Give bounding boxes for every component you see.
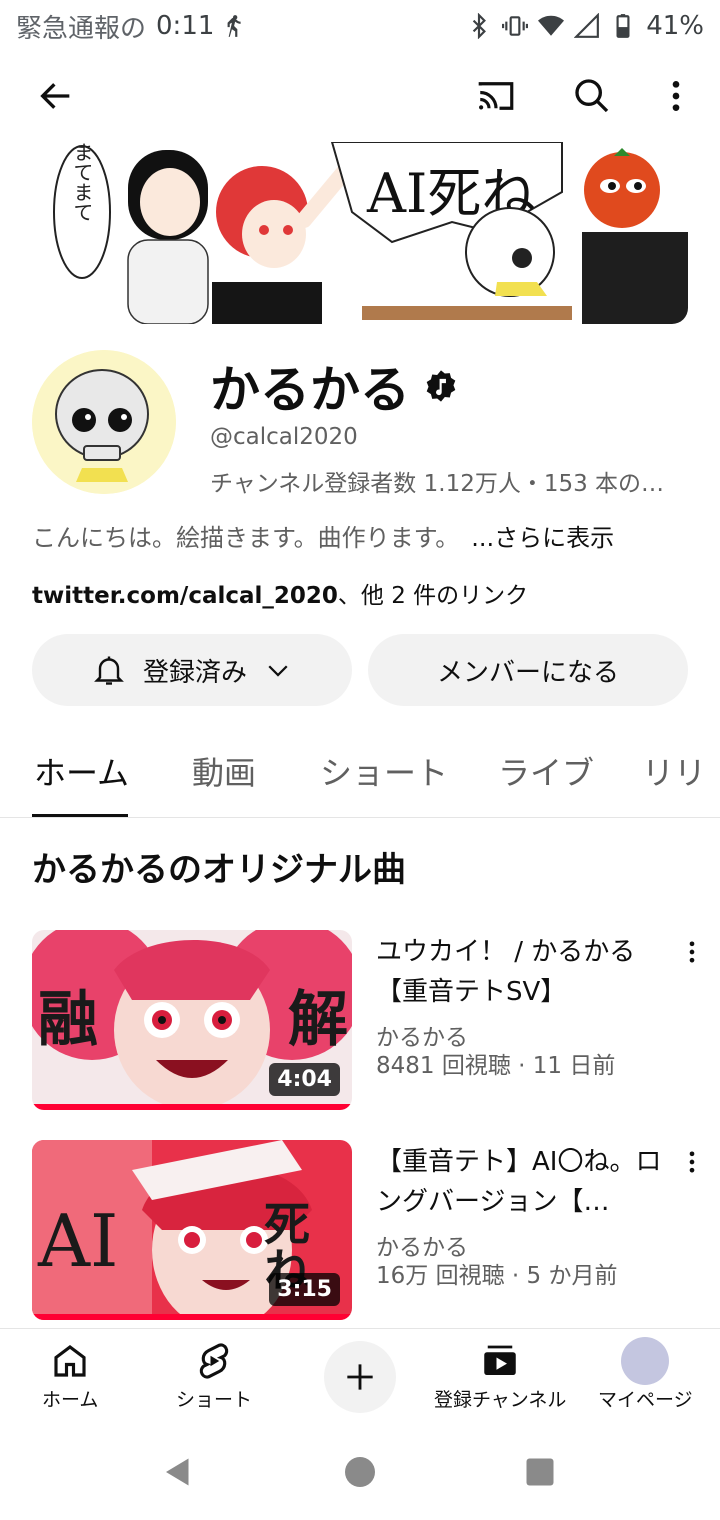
chevron-down-icon [268,665,288,677]
tab-home[interactable]: ホーム [34,748,129,794]
subscribed-label: 登録済み [142,657,247,688]
banner-illustration: まてまて AI死ね [32,142,688,324]
clock: 0:11 [156,11,215,41]
bell-icon [94,656,124,685]
thumb-1-right-text: 解 [288,985,348,1055]
join-membership-button[interactable]: メンバーになる [368,634,688,706]
user-avatar [621,1337,670,1385]
bottom-navigation: ホーム ショート 登録チャンネル マイページ [0,1328,720,1428]
watch-progress-bar [32,1314,352,1320]
triangle-back-icon [166,1458,189,1486]
description-text: こんにちは。絵描きます。曲作ります。 [32,524,460,552]
channel-links[interactable]: twitter.com/calcal_2020、他 2 件のリンク [32,576,528,610]
membership-label: メンバーになる [436,657,619,688]
section-title: かるかるのオリジナル曲 [32,850,406,890]
nav-subscriptions[interactable]: 登録チャンネル [434,1337,566,1412]
video-title[interactable]: 【重音テト】AI〇ね。ロングバージョン【… [376,1142,666,1222]
emergency-call-text: 緊急通報の [16,13,147,44]
video-duration: 4:04 [269,1063,340,1096]
battery-percent: 41% [646,11,704,41]
cast-icon [478,82,514,110]
create-button[interactable] [324,1341,396,1413]
more-vert-icon [689,941,695,963]
system-navigation-bar [0,1428,720,1520]
video-duration: 3:15 [269,1273,340,1306]
channel-tabs: ホーム 動画 ショート ライブ リリ [0,730,720,818]
channel-handle: @calcal2020 [210,424,358,450]
video-title[interactable]: ユウカイ！ / かるかる【重音テトSV】 [376,932,666,1012]
video-menu-button[interactable] [676,932,708,972]
app-bar [0,60,720,132]
banner-bubble-text: まてまて [70,142,94,222]
skull-avatar-image [32,350,176,494]
nav-subscriptions-label: 登録チャンネル [434,1389,567,1411]
nav-shorts[interactable]: ショート [176,1337,252,1412]
channel-avatar[interactable] [32,350,176,494]
video-item[interactable]: 融 解 4:04 ユウカイ！ / かるかる【重音テトSV】 かるかる 8481 … [0,930,720,1110]
nav-mypage-label: マイページ [598,1389,693,1411]
subscribed-button[interactable]: 登録済み [32,634,352,706]
nav-home[interactable]: ホーム [42,1337,98,1412]
subscriptions-icon [484,1345,516,1375]
more-options-button[interactable] [648,68,704,124]
battery-icon [616,14,630,38]
vibrate-icon [502,16,529,36]
music-note-verified-icon [426,370,456,402]
more-vert-icon [689,1151,695,1173]
twitter-link[interactable]: twitter.com/calcal_2020 [32,583,338,609]
home-icon [54,1345,86,1377]
watch-progress-bar [32,1104,352,1110]
search-button[interactable] [564,68,620,124]
system-recents-button[interactable] [522,1454,558,1494]
status-bar: 緊急通報の 0:11 41% [0,0,720,52]
tab-videos[interactable]: 動画 [192,748,256,794]
back-arrow-icon [40,83,70,109]
channel-name: かるかる [210,350,458,422]
thumb-2-left-text: AI [37,1199,118,1283]
search-icon [575,79,609,113]
square-recents-icon [526,1458,554,1486]
active-tab-indicator [32,814,128,817]
system-back-button[interactable] [160,1454,196,1494]
shorts-icon [199,1343,229,1379]
cast-button[interactable] [468,68,524,124]
channel-description[interactable]: こんにちは。絵描きます。曲作ります。 ...さらに表示 [32,518,614,553]
circle-home-icon [345,1457,375,1487]
video-meta: 16万 回視聴 · 5 か月前 [376,1263,618,1289]
other-links-text: 、他 2 件のリンク [337,583,529,609]
nav-mypage[interactable]: マイページ [598,1337,693,1412]
video-item[interactable]: AI 死ね 3:15 【重音テト】AI〇ね。ロングバージョン【… かるかる 16… [0,1140,720,1320]
plus-icon [347,1364,373,1390]
tab-live[interactable]: ライブ [498,748,594,794]
show-more-link[interactable]: ...さらに表示 [471,524,614,552]
channel-name-text: かるかる [210,361,410,419]
back-button[interactable] [28,68,84,124]
channel-banner: まてまて AI死ね [32,142,688,324]
bluetooth-icon [473,13,487,39]
nav-home-label: ホーム [42,1389,99,1411]
video-thumbnail[interactable]: 融 解 4:04 [32,930,352,1110]
channel-stats: チャンネル登録者数 1.12万人・153 本の… [210,471,665,497]
video-thumbnail[interactable]: AI 死ね 3:15 [32,1140,352,1320]
more-vert-icon [672,81,680,111]
walk-icon [227,15,241,37]
wifi-icon [538,15,565,36]
tab-shorts[interactable]: ショート [320,748,448,794]
system-home-button[interactable] [342,1454,378,1494]
video-meta: 8481 回視聴 · 11 日前 [376,1053,616,1079]
nav-shorts-label: ショート [176,1389,253,1411]
thumb-1-left-text: 融 [38,985,98,1055]
signal-icon [574,13,600,38]
tab-releases[interactable]: リリ [642,748,706,794]
video-menu-button[interactable] [676,1142,708,1182]
